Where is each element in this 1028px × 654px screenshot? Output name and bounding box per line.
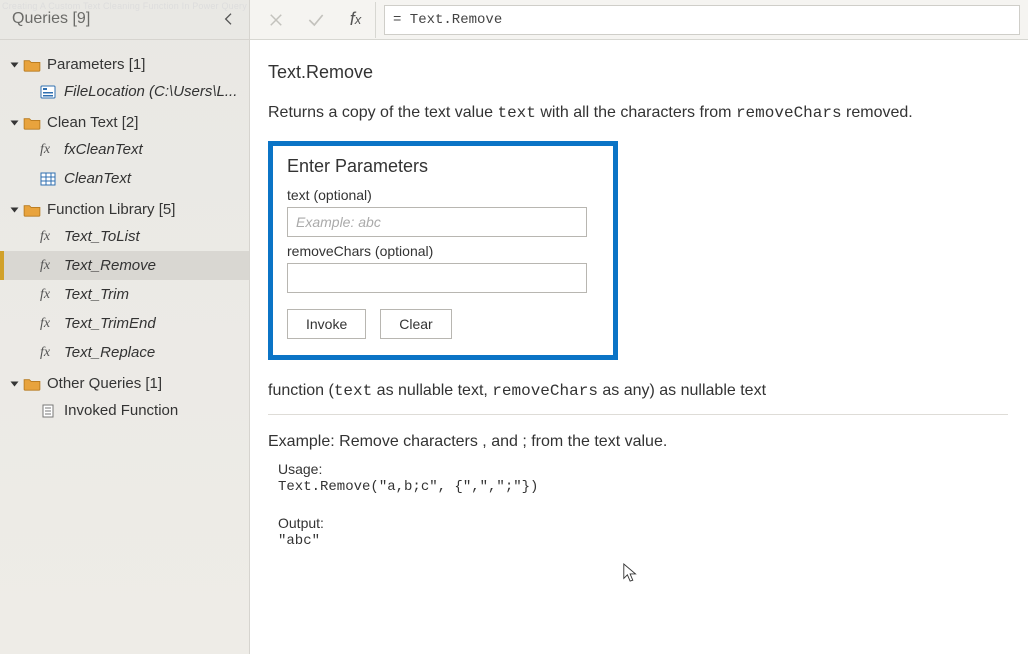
param-input-removechars[interactable] [287, 263, 587, 293]
desc-arg: removeChars [736, 104, 842, 122]
folder-icon [23, 116, 41, 130]
sig-text: as any) as nullable text [598, 382, 766, 399]
query-group-function-library: Function Library [5] fx Text_ToList fx T… [0, 197, 249, 367]
query-group-parameters: Parameters [1] FileLocation (C:\Users\L.… [0, 52, 249, 106]
query-item-text-tolist[interactable]: fx Text_ToList [0, 222, 249, 251]
folder-icon [23, 203, 41, 217]
query-item-filelocation[interactable]: FileLocation (C:\Users\L... [0, 77, 249, 106]
function-name-heading: Text.Remove [268, 62, 1010, 83]
query-item-text-trimend[interactable]: fx Text_TrimEnd [0, 309, 249, 338]
expand-icon [11, 62, 19, 67]
fx-icon: fx [40, 345, 56, 361]
expand-icon [11, 381, 19, 386]
sig-text: as nullable text, [372, 382, 492, 399]
query-group-clean-text: Clean Text [2] fx fxCleanText CleanText [0, 110, 249, 193]
example-block: Usage: Text.Remove("a,b;c", {",",";"}) O… [268, 461, 1010, 549]
desc-text: Returns a copy of the text value [268, 104, 497, 121]
desc-arg: text [497, 104, 535, 122]
query-item-text-remove[interactable]: fx Text_Remove [0, 251, 249, 280]
group-header[interactable]: Clean Text [2] [0, 110, 249, 135]
sig-text: function ( [268, 382, 334, 399]
query-item-label: Text_ToList [64, 228, 140, 245]
queries-pane-title: Queries [9] [12, 10, 90, 28]
commit-formula-button[interactable] [296, 2, 336, 38]
folder-icon [23, 377, 41, 391]
group-label: Clean Text [2] [47, 114, 138, 131]
query-item-label: CleanText [64, 170, 131, 187]
app-root: Queries [9] Parameters [1] [0, 0, 1028, 654]
group-label: Function Library [5] [47, 201, 175, 218]
function-signature: function (text as nullable text, removeC… [268, 382, 1010, 400]
query-item-label: Text_TrimEnd [64, 315, 156, 332]
separator [268, 414, 1008, 415]
expand-icon [11, 120, 19, 125]
usage-code: Text.Remove("a,b;c", {",",";"}) [278, 479, 1010, 495]
query-item-label: FileLocation (C:\Users\L... [64, 83, 237, 100]
group-header[interactable]: Parameters [1] [0, 52, 249, 77]
output-code: "abc" [278, 533, 1010, 549]
query-item-label: Text_Remove [64, 257, 156, 274]
param-input-text[interactable] [287, 207, 587, 237]
query-item-fxcleantext[interactable]: fx fxCleanText [0, 135, 249, 164]
param-label-text: text (optional) [287, 187, 599, 203]
desc-text: with all the characters from [536, 104, 736, 121]
script-icon [40, 404, 56, 418]
query-item-text-trim[interactable]: fx Text_Trim [0, 280, 249, 309]
expand-icon [11, 207, 19, 212]
formula-bar: fx [250, 0, 1028, 40]
query-item-label: Text_Trim [64, 286, 129, 303]
video-watermark: Creating A Custom Text Cleaning Function… [2, 1, 247, 11]
fx-icon: fx [40, 316, 56, 332]
fx-icon: fx [40, 229, 56, 245]
enter-parameters-panel: Enter Parameters text (optional) removeC… [268, 141, 618, 360]
parameter-icon [40, 85, 56, 99]
query-item-text-replace[interactable]: fx Text_Replace [0, 338, 249, 367]
sig-arg: text [334, 382, 372, 400]
query-item-label: Invoked Function [64, 402, 178, 419]
query-item-invoked-function[interactable]: Invoked Function [0, 396, 249, 425]
invoke-button[interactable]: Invoke [287, 309, 366, 339]
folder-icon [23, 58, 41, 72]
main-pane: fx Text.Remove Returns a copy of the tex… [250, 0, 1028, 654]
enter-parameters-title: Enter Parameters [287, 156, 599, 177]
group-header[interactable]: Function Library [5] [0, 197, 249, 222]
group-header[interactable]: Other Queries [1] [0, 371, 249, 396]
query-item-label: Text_Replace [64, 344, 155, 361]
usage-label: Usage: [278, 461, 1010, 477]
query-group-other-queries: Other Queries [1] Invoked Function [0, 371, 249, 425]
sig-arg: removeChars [492, 382, 598, 400]
fx-icon: fx [40, 287, 56, 303]
formula-input[interactable] [384, 5, 1020, 35]
function-description: Returns a copy of the text value text wi… [268, 101, 1010, 125]
query-item-cleantext[interactable]: CleanText [0, 164, 249, 193]
function-content: Text.Remove Returns a copy of the text v… [250, 40, 1028, 654]
output-label: Output: [278, 515, 1010, 531]
queries-pane: Queries [9] Parameters [1] [0, 0, 250, 654]
desc-text: removed. [842, 104, 913, 121]
param-label-removechars: removeChars (optional) [287, 243, 599, 259]
table-icon [40, 172, 56, 186]
cancel-formula-button[interactable] [256, 2, 296, 38]
queries-tree: Parameters [1] FileLocation (C:\Users\L.… [0, 40, 249, 429]
group-label: Parameters [1] [47, 56, 145, 73]
fx-icon: fx [40, 142, 56, 158]
clear-button[interactable]: Clear [380, 309, 451, 339]
fx-icon: fx [336, 2, 376, 38]
example-title: Example: Remove characters , and ; from … [268, 433, 1010, 451]
group-label: Other Queries [1] [47, 375, 162, 392]
fx-icon: fx [40, 258, 56, 274]
query-item-label: fxCleanText [64, 141, 143, 158]
